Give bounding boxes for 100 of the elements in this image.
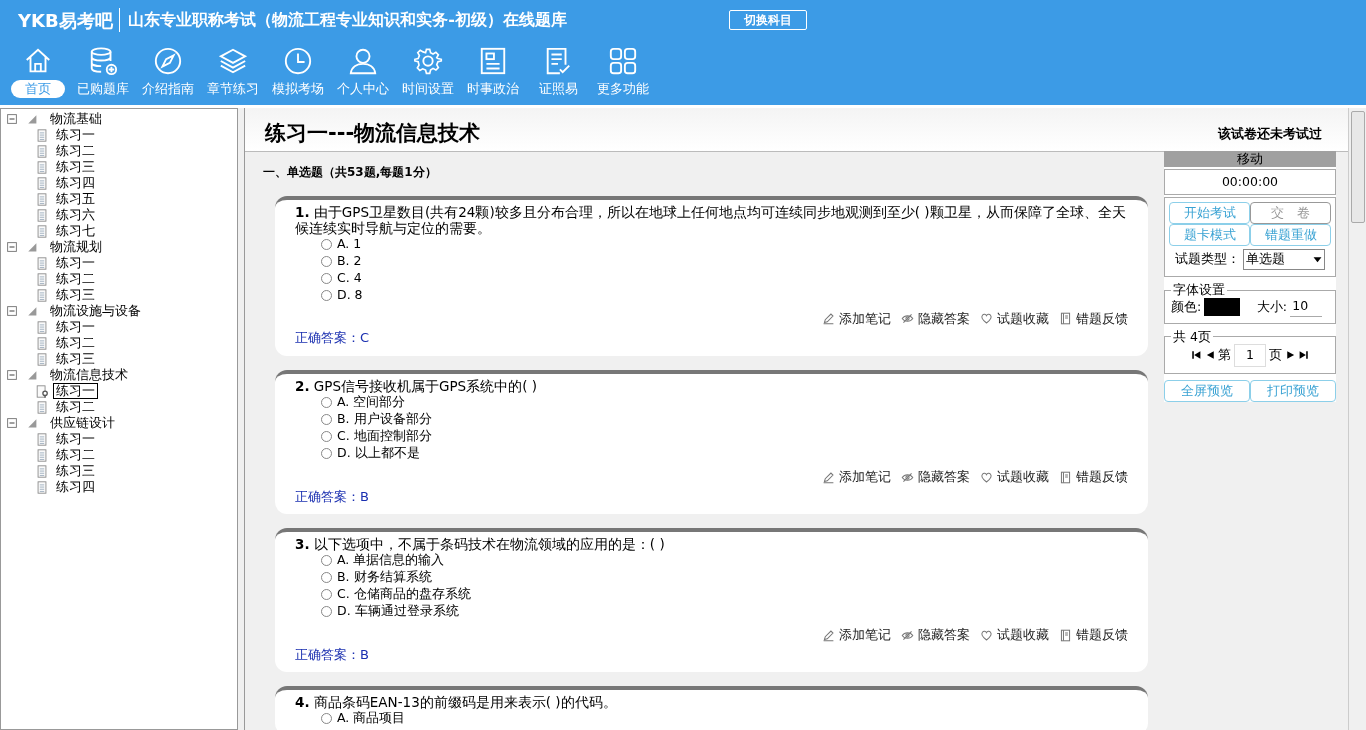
document-icon (35, 175, 49, 191)
book-icon (1059, 628, 1072, 642)
book-icon (1059, 470, 1072, 484)
document-icon (35, 207, 49, 223)
radio-button[interactable] (321, 430, 332, 442)
tree-item[interactable]: 练习二 (53, 399, 98, 415)
next-page-icon[interactable] (1285, 350, 1296, 361)
tree-item[interactable]: 练习三 (53, 463, 98, 479)
option-label: A. 单据信息的输入 (337, 551, 445, 570)
document-icon (35, 479, 49, 495)
tree-item[interactable]: 练习三 (53, 159, 98, 175)
tree-group[interactable]: 物流信息技术 (47, 367, 131, 383)
tree-item[interactable]: 练习三 (53, 351, 98, 367)
question-action[interactable]: 添加笔记 (822, 626, 891, 645)
option-label: C. 地面控制部分 (337, 426, 432, 445)
tree-item[interactable]: 练习三 (53, 287, 98, 303)
option-label: D. 以上都不是 (337, 443, 420, 462)
tree-group[interactable]: 物流设施与设备 (47, 303, 144, 319)
collapse-icon[interactable] (7, 418, 17, 428)
tree-item[interactable]: 练习二 (53, 335, 98, 351)
radio-button[interactable] (321, 447, 332, 459)
collapse-icon[interactable] (7, 242, 17, 252)
correct-answer: 正确答案：C (295, 329, 371, 348)
grid-icon (608, 46, 638, 76)
tree-group[interactable]: 物流基础 (47, 111, 105, 127)
question-action[interactable]: 错题反馈 (1059, 626, 1128, 645)
tree-item[interactable]: 练习一 (53, 383, 98, 399)
eye-icon (901, 470, 914, 484)
tree-item[interactable]: 练习二 (53, 447, 98, 463)
question-action[interactable]: 试题收藏 (980, 467, 1049, 487)
heart-icon (980, 470, 993, 484)
tree-item[interactable]: 练习二 (53, 143, 98, 159)
question-action[interactable]: 错题反馈 (1059, 309, 1128, 329)
type-label: 试题类型： (1174, 250, 1240, 269)
question-action[interactable]: 添加笔记 (822, 467, 891, 487)
radio-button[interactable] (321, 272, 332, 284)
collapse-icon[interactable] (7, 306, 17, 316)
tree-item[interactable]: 练习一 (53, 127, 98, 143)
document-icon (35, 223, 49, 239)
tree-item[interactable]: 练习一 (53, 431, 98, 447)
question-text: 4. 商品条码EAN-13的前缀码是用来表示( )的代码。 (295, 694, 618, 711)
database-icon (88, 46, 118, 76)
tree-item[interactable]: 练习四 (53, 479, 98, 495)
collapse-icon[interactable] (7, 114, 17, 124)
question-action[interactable]: 隐藏答案 (901, 467, 970, 487)
tree-item[interactable]: 练习四 (53, 175, 98, 191)
document-icon (35, 351, 49, 367)
radio-button[interactable] (321, 572, 332, 583)
radio-button[interactable] (321, 255, 332, 267)
option-label: A. 空间部分 (337, 393, 406, 411)
layers-icon (218, 46, 248, 76)
scrollbar[interactable] (1348, 108, 1366, 730)
radio-button[interactable] (321, 589, 332, 600)
size-label: 大小: (1256, 297, 1287, 316)
document-icon (35, 127, 49, 143)
page-field[interactable]: 1 (1234, 343, 1266, 367)
document-icon (35, 463, 49, 479)
radio-button[interactable] (321, 606, 332, 617)
question-action[interactable]: 添加笔记 (822, 309, 891, 329)
document-pin-icon (35, 383, 49, 399)
question-text: 2. GPS信号接收机属于GPS系统中的( ) (295, 377, 538, 394)
tree-item[interactable]: 练习一 (53, 255, 98, 271)
first-page-icon[interactable] (1191, 350, 1202, 361)
radio-button[interactable] (321, 413, 332, 425)
fieldset-legend: 共 4页 (1171, 329, 1213, 344)
question-action[interactable]: 隐藏答案 (901, 626, 970, 645)
drag-handle[interactable]: 移动 (1164, 151, 1336, 167)
tree-item[interactable]: 练习五 (53, 191, 98, 207)
question-type-select[interactable]: 单选题 (1243, 249, 1326, 270)
question-action[interactable]: 错题反馈 (1059, 467, 1128, 487)
question-action[interactable]: 隐藏答案 (901, 309, 970, 329)
last-page-icon[interactable] (1298, 350, 1309, 361)
exam-status: 该试卷还未考试过 (1218, 124, 1322, 143)
option-label: C. 仓储商品的盘存系统 (337, 585, 471, 604)
pencil-icon (822, 628, 835, 642)
question-action[interactable]: 试题收藏 (980, 626, 1049, 645)
paper-title: 练习一---物流信息技术 (265, 119, 481, 147)
question-text: 1. 由于GPS卫星数目(共有24颗)较多且分布合理，所以在地球上任何地点均可连续同步地观测到至少( )颗卫星，从而保障了全球、全天候连续实时导航与定位的需要。 (295, 203, 1127, 236)
radio-button[interactable] (321, 396, 332, 408)
pencil-icon (822, 312, 835, 326)
color-swatch[interactable] (1204, 297, 1241, 316)
collapse-icon[interactable] (7, 370, 17, 380)
select-value: 单选题 (1246, 250, 1286, 269)
color-label: 颜色: (1171, 297, 1202, 316)
radio-button[interactable] (321, 713, 332, 725)
pencil-icon (822, 470, 835, 484)
tree-item[interactable]: 练习二 (53, 271, 98, 287)
tree-item[interactable]: 练习七 (53, 223, 98, 239)
option-label: C. 4 (337, 268, 362, 287)
radio-button[interactable] (321, 289, 332, 301)
timer: 00:00:00 (1164, 169, 1336, 195)
question-action[interactable]: 试题收藏 (980, 309, 1049, 329)
tree-group[interactable]: 物流规划 (47, 239, 105, 255)
tree-item[interactable]: 练习一 (53, 319, 98, 335)
tree-item[interactable]: 练习六 (53, 207, 98, 223)
compass-icon (153, 46, 183, 76)
radio-button[interactable] (321, 555, 332, 566)
radio-button[interactable] (321, 238, 332, 250)
tree-group[interactable]: 供应链设计 (47, 415, 118, 431)
document-icon (35, 447, 49, 463)
